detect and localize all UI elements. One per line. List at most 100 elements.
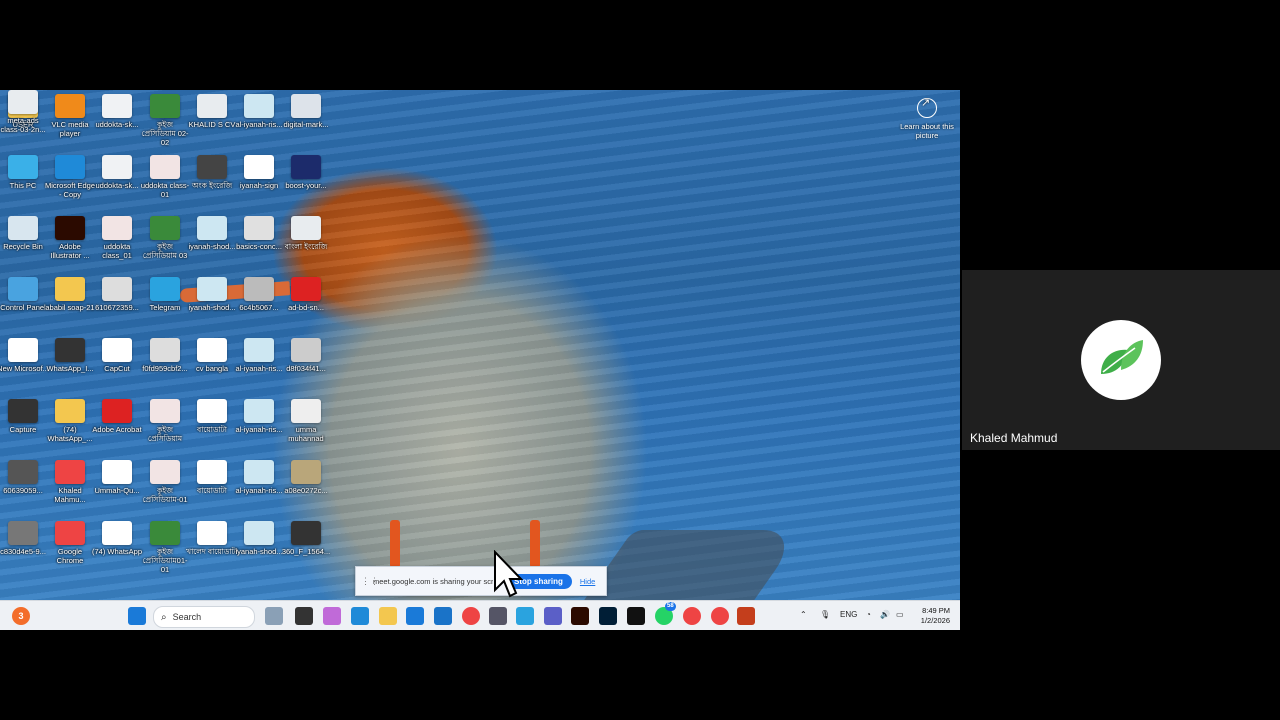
desktop-icon[interactable]: al-iyanah-ris... <box>233 460 285 495</box>
store-icon[interactable] <box>406 607 424 625</box>
desktop-icon[interactable]: cv bangla <box>186 338 238 373</box>
desktop-icon-label: f0fd959cbf2... <box>142 364 188 373</box>
desktop-icon[interactable]: meta-ads class-03-2n... <box>0 90 49 134</box>
acrobat-icon <box>102 399 132 423</box>
desktop-icon[interactable]: uddokta-sk... <box>91 155 143 190</box>
notification-icon[interactable]: 3 <box>12 607 30 625</box>
outlook-icon[interactable] <box>434 607 452 625</box>
desktop-icon[interactable]: d8f034f41... <box>280 338 332 373</box>
chrome-icon[interactable] <box>683 607 701 625</box>
desktop-icon[interactable]: basics-conc... <box>233 216 285 251</box>
edge-icon[interactable] <box>351 607 369 625</box>
desktop-icon[interactable]: 6c4b5067... <box>233 277 285 312</box>
desktop-icon[interactable]: al-iyanah-ris... <box>233 338 285 373</box>
desktop-icon[interactable]: uddokta-sk... <box>91 94 143 129</box>
task-view-icon[interactable] <box>295 607 313 625</box>
desktop-icon[interactable]: boost-your... <box>280 155 332 190</box>
illustrator-icon[interactable] <box>571 607 589 625</box>
copilot-icon[interactable] <box>323 607 341 625</box>
volume-icon[interactable]: 🔊 <box>880 610 890 619</box>
drag-handle-icon[interactable]: ⋮⋮ <box>361 576 379 587</box>
desktop-icon[interactable]: (74) WhatsApp_... <box>44 399 96 443</box>
desktop-icon[interactable]: কুইজ প্রেসিডিয়াম01-01 <box>139 521 191 574</box>
desktop-icon[interactable]: Microsoft Edge - Copy <box>44 155 96 199</box>
desktop-icon[interactable]: a08e0272c... <box>280 460 332 495</box>
desktop-icon[interactable]: ababil soap-21 <box>44 277 96 312</box>
desktop-icon[interactable]: বাংলা ইংরেজি <box>280 216 332 251</box>
teams-icon[interactable] <box>544 607 562 625</box>
desktop-icon-label: Adobe Illustrator ... <box>50 242 90 260</box>
desktop-icon[interactable]: কুইজ প্রেসিডিয়াম 03 <box>139 216 191 260</box>
photoshop-icon[interactable] <box>599 607 617 625</box>
image-file-icon <box>244 460 274 484</box>
desktop-icon[interactable]: 60639059... <box>0 460 49 495</box>
battery-icon[interactable]: ▭ <box>896 610 904 619</box>
chrome-icon[interactable] <box>711 607 729 625</box>
desktop-icon[interactable]: খালেদ বায়োডাটা <box>186 521 238 556</box>
desktop-icon[interactable]: Telegram <box>139 277 191 312</box>
desktop-icon[interactable]: f0fd959cbf2... <box>139 338 191 373</box>
desktop-icon[interactable]: Recycle Bin <box>0 216 49 251</box>
image-file-icon <box>102 521 132 545</box>
search-box[interactable]: ⌕ Search <box>153 606 255 628</box>
desktop-icon-label: ad-bd-sn... <box>288 303 324 312</box>
desktop-icon-label: WhatsApp_I... <box>46 364 94 373</box>
desktop-icon[interactable]: KHALID S CV <box>186 94 238 129</box>
desktop-icon[interactable]: 360_F_1564... <box>280 521 332 556</box>
desktop-icon-label: Capture <box>9 425 37 434</box>
desktop-icon[interactable]: বায়োডাটা <box>186 460 238 495</box>
desktop-icon[interactable]: Adobe Acrobat <box>91 399 143 434</box>
desktop-icon[interactable]: অংক ইংরেজি <box>186 155 238 190</box>
learn-about-picture[interactable]: Learn about this picture <box>900 98 954 140</box>
wifi-icon[interactable]: ◔ <box>866 610 871 619</box>
desktop-icon[interactable]: uddokta class-01 <box>139 155 191 199</box>
hide-button[interactable]: Hide <box>580 577 595 586</box>
desktop-icon[interactable]: umma muhannad <box>280 399 332 443</box>
language-indicator[interactable]: ENG <box>840 610 857 619</box>
desktop-icon[interactable]: Khaled Mahmu... <box>44 460 96 504</box>
participant-tile[interactable]: Khaled Mahmud <box>962 270 1280 450</box>
desktop-icon-label: VLC media player <box>51 120 89 138</box>
powerpoint-icon[interactable] <box>737 607 755 625</box>
chrome-icon[interactable] <box>462 607 480 625</box>
file-explorer-icon[interactable] <box>379 607 397 625</box>
desktop-icon[interactable]: বায়োডাটা <box>186 399 238 434</box>
chevron-up-icon[interactable]: ⌃ <box>800 610 807 619</box>
desktop-icon[interactable]: iyanah-shod... <box>233 521 285 556</box>
telegram-icon[interactable] <box>516 607 534 625</box>
desktop-icon[interactable]: Adobe Illustrator ... <box>44 216 96 260</box>
microphone-icon[interactable]: 🎙 <box>820 610 830 619</box>
desktop-icon[interactable]: New Microsof... <box>0 338 49 373</box>
desktop-icon[interactable]: Control Panel <box>0 277 49 312</box>
desktop-icon[interactable]: CapCut <box>91 338 143 373</box>
desktop-icon-label: (74) WhatsApp_... <box>47 425 93 443</box>
windows-start-icon[interactable] <box>128 607 146 625</box>
desktop-icon[interactable]: uddokta class_01 <box>91 216 143 260</box>
desktop-icon[interactable]: ad-bd-sn... <box>280 277 332 312</box>
camera-icon[interactable] <box>489 607 507 625</box>
widgets-icon[interactable] <box>265 607 283 625</box>
desktop-icon[interactable]: iyanah-shod... <box>186 216 238 251</box>
image-file-icon <box>244 338 274 362</box>
desktop-icon[interactable]: c830d4e5-9... <box>0 521 49 556</box>
desktop-icon[interactable]: al-iyanah-ris... <box>233 399 285 434</box>
desktop-icon[interactable]: কুইজ প্রেসিডিয়াম-01 <box>139 460 191 504</box>
desktop-icon[interactable]: Ummah-Qu... <box>91 460 143 495</box>
chrome-icon <box>55 521 85 545</box>
desktop-icon[interactable]: কুইজ প্রেসিডিয়াম <box>139 399 191 443</box>
desktop-icon[interactable]: This PC <box>0 155 49 190</box>
desktop-icon[interactable]: digital-mark... <box>280 94 332 129</box>
desktop-icon[interactable]: 610672359... <box>91 277 143 312</box>
desktop-icon[interactable]: WhatsApp_I... <box>44 338 96 373</box>
desktop-icon[interactable]: Google Chrome <box>44 521 96 565</box>
clock[interactable]: 8:49 PM 1/2/2026 <box>910 606 950 626</box>
desktop-icon[interactable]: al-iyanah-ris... <box>233 94 285 129</box>
desktop-icon[interactable]: (74) WhatsApp <box>91 521 143 556</box>
desktop-icon[interactable]: VLC media player <box>44 94 96 138</box>
desktop-icon[interactable]: Capture <box>0 399 49 434</box>
desktop-icon[interactable]: কুইজ প্রেসিডিয়াম 02-02 <box>139 94 191 147</box>
desktop-icon[interactable]: iyanah-sign <box>233 155 285 190</box>
capcut-icon[interactable] <box>627 607 645 625</box>
desktop-icon[interactable]: iyanah-shod... <box>186 277 238 312</box>
whatsapp-icon[interactable]: 58 <box>655 602 676 625</box>
